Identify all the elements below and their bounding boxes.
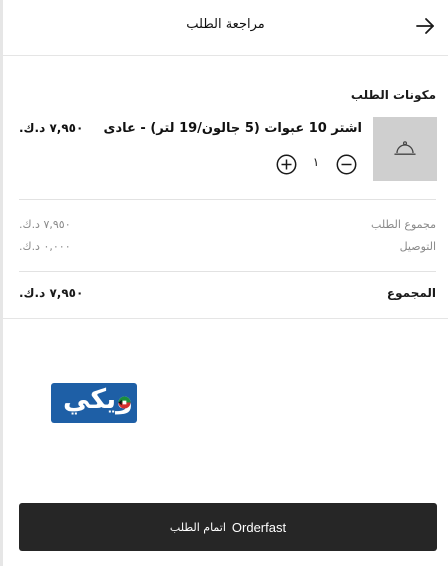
checkout-label: اتمام الطلب xyxy=(169,520,226,534)
checkout-brand: Orderfast xyxy=(231,519,287,535)
kuwait-flag-icon xyxy=(118,396,131,409)
plus-circle-icon xyxy=(276,154,297,175)
minus-circle-icon xyxy=(336,154,357,175)
quantity-value: ١ xyxy=(312,155,320,169)
left-edge xyxy=(0,0,3,566)
cloche-icon xyxy=(394,141,416,155)
back-button[interactable] xyxy=(414,15,436,37)
divider xyxy=(19,199,436,200)
delivery-label: التوصيل xyxy=(399,240,436,253)
arrow-right-icon xyxy=(416,18,434,34)
increase-quantity-button[interactable] xyxy=(276,154,297,175)
checkout-button[interactable]: اتمام الطلب Orderfast xyxy=(19,503,437,551)
item-name: اشتر 10 عبوات (5 جالون/19 لتر) - عادى xyxy=(103,121,362,136)
total-value: ٧,٩٥٠ د.ك. xyxy=(19,286,84,300)
subtotal-value: ٧,٩٥٠ د.ك. xyxy=(19,218,71,231)
section-divider xyxy=(3,318,448,319)
order-items-title: مكونات الطلب xyxy=(350,88,436,102)
delivery-value: ٠,٠٠٠ د.ك. xyxy=(19,240,71,253)
item-price: ٧,٩٥٠ د.ك. xyxy=(19,121,84,135)
subtotal-label: مجموع الطلب xyxy=(371,218,436,231)
decrease-quantity-button[interactable] xyxy=(336,154,357,175)
total-label: المجموع xyxy=(386,286,436,300)
divider xyxy=(19,271,436,272)
header: مراجعة الطلب xyxy=(3,0,448,56)
page-title: مراجعة الطلب xyxy=(186,17,265,32)
item-thumbnail xyxy=(373,117,437,181)
brand-logo: ويكي xyxy=(51,383,137,423)
